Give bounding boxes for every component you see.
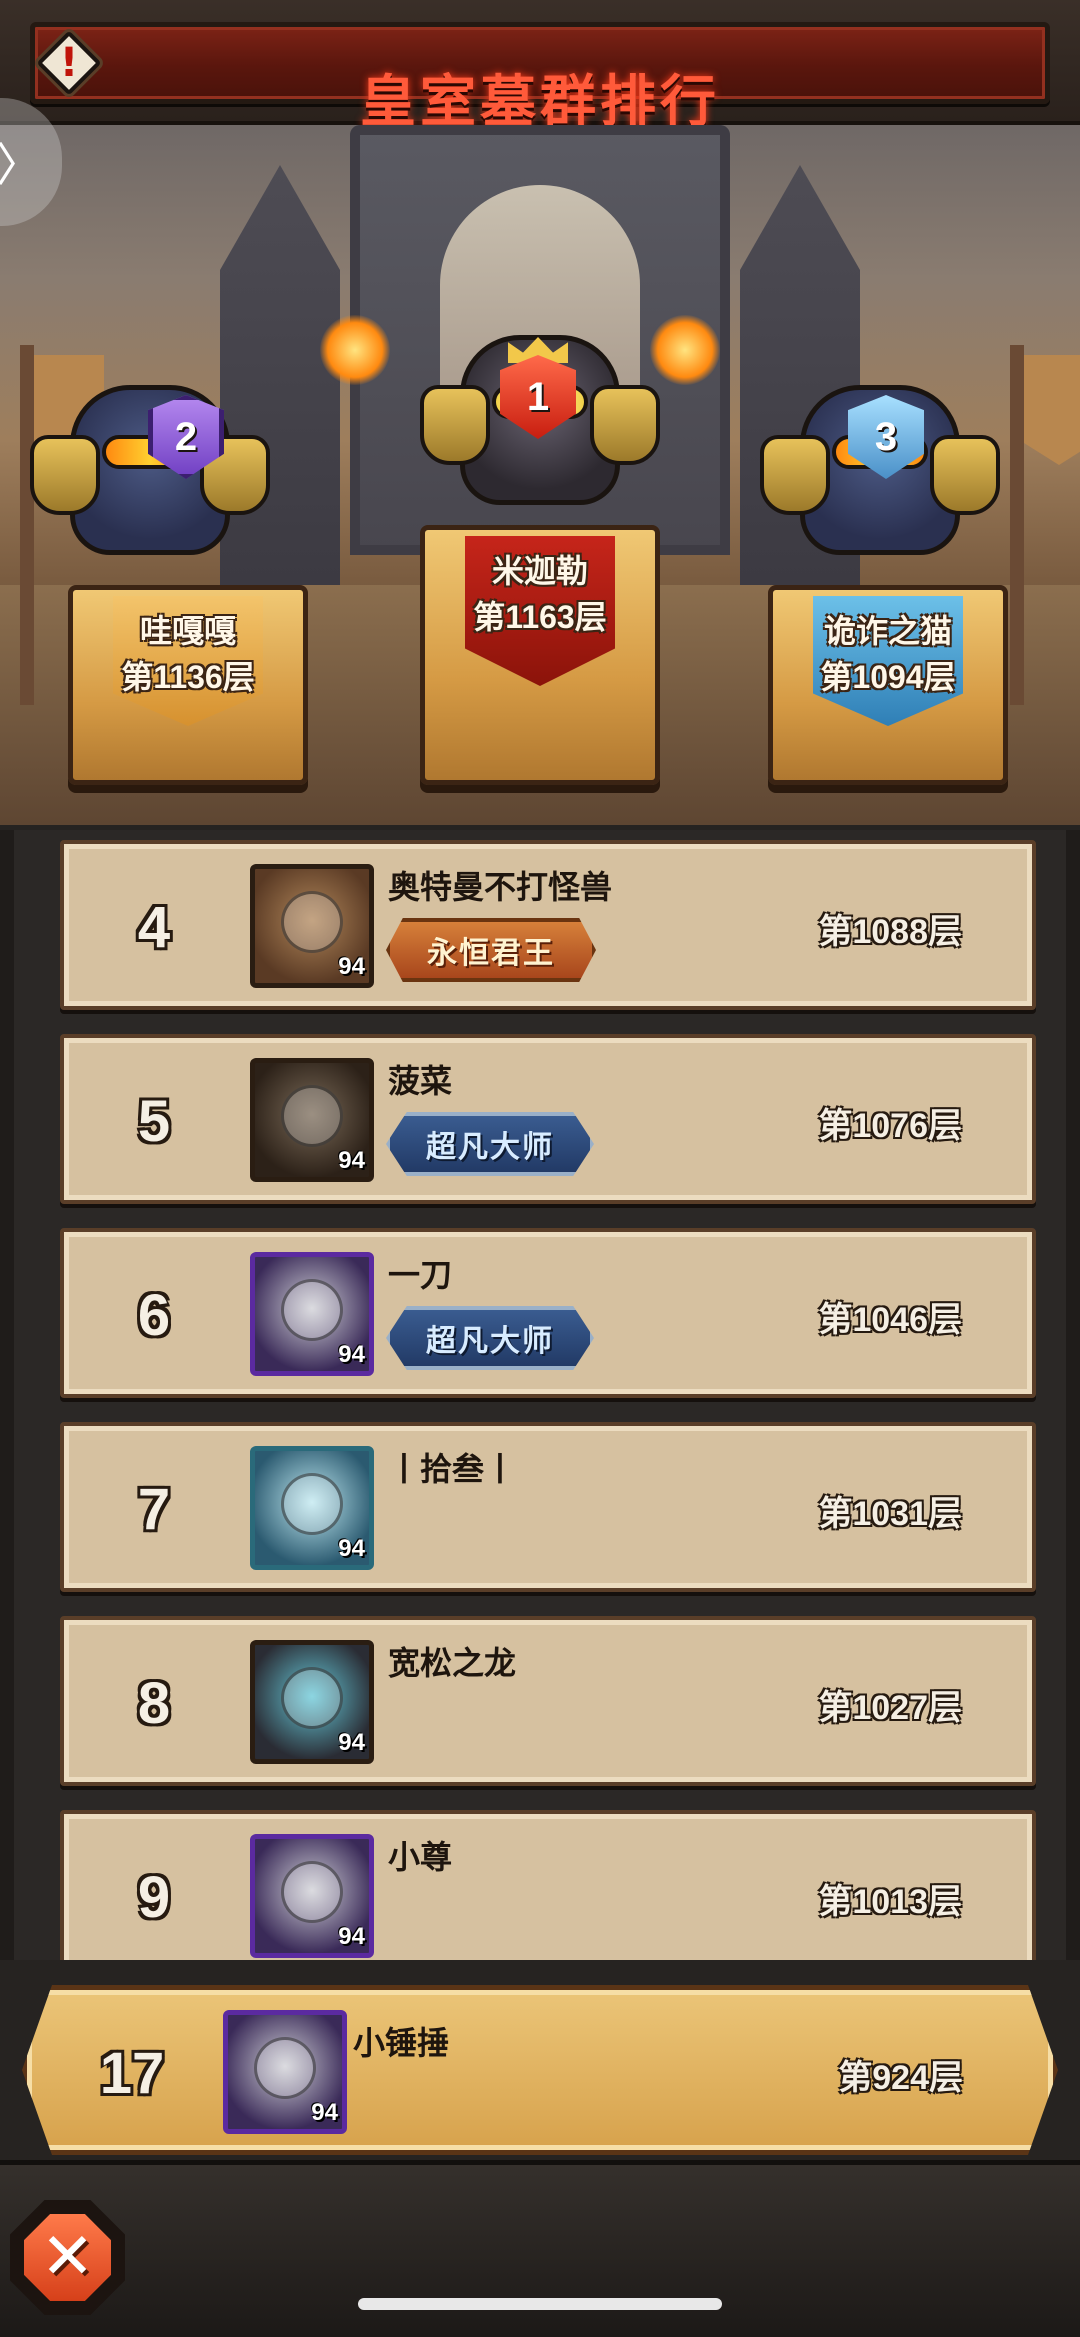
home-indicator[interactable] [358, 2298, 722, 2310]
title-badge-grandmaster: 超凡大师 [386, 1306, 594, 1370]
my-player-name: 小锤捶 [353, 2025, 450, 2061]
floor-count: 第1088层 [818, 913, 962, 951]
ranking-row[interactable]: 5 94 菠菜 超凡大师 第1076层 [60, 1034, 1036, 1204]
bottom-bar: ✕ [0, 2160, 1080, 2337]
title-badge-eternal-king: 永恒君王 [386, 918, 596, 982]
floor-count: 第1046层 [818, 1301, 962, 1339]
avatar[interactable]: 94 [250, 1446, 374, 1570]
player-name: 丨拾叁丨 [388, 1451, 517, 1487]
player-name: 宽松之龙 [388, 1645, 517, 1681]
header-bar: 皇室墓群排行 ! [0, 0, 1080, 135]
player-name: 奥特曼不打怪兽 [388, 869, 613, 905]
close-button[interactable]: ✕ [10, 2200, 125, 2315]
chevron-right-icon: 〉 [0, 138, 42, 192]
fireball-icon [320, 315, 390, 385]
ranking-row[interactable]: 7 94 丨拾叁丨 第1031层 [60, 1422, 1036, 1592]
rank-number: 9 [137, 1865, 171, 1930]
avatar-level: 94 [311, 2099, 338, 2126]
hooded-avatar-icon [281, 1085, 343, 1147]
avatar-level: 94 [338, 1147, 365, 1174]
floor-count: 第1013层 [818, 1883, 962, 1921]
rank-number: 5 [137, 1089, 171, 1154]
avatar-level: 94 [338, 953, 365, 980]
knight-avatar-icon [281, 1667, 343, 1729]
podium-player-name: 米迦勒 [491, 553, 588, 589]
player-name: 菠菜 [388, 1063, 453, 1099]
avatar-level: 94 [338, 1729, 365, 1756]
title-plate: 皇室墓群排行 [30, 22, 1050, 135]
podium-floor: 第1136层 [121, 659, 255, 695]
avatar[interactable]: 94 [250, 1834, 374, 1958]
my-floor-count: 第924层 [838, 2059, 963, 2097]
avatar[interactable]: 94 [250, 864, 374, 988]
floor-count: 第1076层 [818, 1107, 962, 1145]
floor-count: 第1031层 [818, 1495, 962, 1533]
ranking-row[interactable]: 9 94 小尊 第1013层 [60, 1810, 1036, 1960]
rank-number: 7 [137, 1477, 171, 1542]
background-flag [1010, 345, 1024, 705]
bear-avatar-icon [281, 891, 343, 953]
my-avatar[interactable]: 94 [223, 2010, 347, 2134]
podium-rank-3[interactable]: 诡诈之猫 第1094层 [768, 585, 1008, 785]
avatar[interactable]: 94 [250, 1640, 374, 1764]
avatar-level: 94 [338, 1923, 365, 1950]
avatar-level: 94 [338, 1341, 365, 1368]
info-button[interactable]: ! [36, 30, 102, 96]
avatar[interactable]: 94 [250, 1058, 374, 1182]
my-rank-number: 17 [99, 2041, 165, 2106]
player-name: 一刀 [388, 1257, 453, 1293]
podium-player-name: 哇嘎嘎 [139, 613, 236, 649]
dragon-avatar-icon [281, 1473, 343, 1535]
avatar-level: 94 [338, 1535, 365, 1562]
top-three-podium: 2 1 3 哇嘎嘎 第1136层 米迦勒 第1163层 诡诈之猫 第1094层 [0, 125, 1080, 825]
podium-rank-1[interactable]: 米迦勒 第1163层 [420, 525, 660, 785]
close-icon: ✕ [40, 2220, 95, 2294]
rank-number: 8 [137, 1671, 171, 1736]
title-badge-grandmaster: 超凡大师 [386, 1112, 594, 1176]
rank-number: 6 [137, 1283, 171, 1348]
my-rank-row[interactable]: 17 94 小锤捶 第924层 [22, 1985, 1058, 2155]
podium-rank-2[interactable]: 哇嘎嘎 第1136层 [68, 585, 308, 785]
warrior-avatar-icon [254, 2037, 316, 2099]
avatar[interactable]: 94 [250, 1252, 374, 1376]
podium-player-name: 诡诈之猫 [823, 613, 952, 649]
wolf-avatar-icon [281, 1861, 343, 1923]
floor-count: 第1027层 [818, 1689, 962, 1727]
ranking-row[interactable]: 6 94 一刀 超凡大师 第1046层 [60, 1228, 1036, 1398]
ranking-row[interactable]: 8 94 宽松之龙 第1027层 [60, 1616, 1036, 1786]
podium-floor: 第1094层 [820, 659, 956, 695]
player-name: 小尊 [388, 1839, 453, 1875]
ranking-row[interactable]: 4 94 奥特曼不打怪兽 永恒君王 第1088层 [60, 840, 1036, 1010]
podium-floor: 第1163层 [473, 599, 607, 635]
rank-number: 4 [137, 895, 171, 960]
warrior-avatar-icon [281, 1279, 343, 1341]
ranking-list[interactable]: 4 94 奥特曼不打怪兽 永恒君王 第1088层 5 94 菠菜 超凡大师 第1… [0, 830, 1080, 1960]
fireball-icon [650, 315, 720, 385]
